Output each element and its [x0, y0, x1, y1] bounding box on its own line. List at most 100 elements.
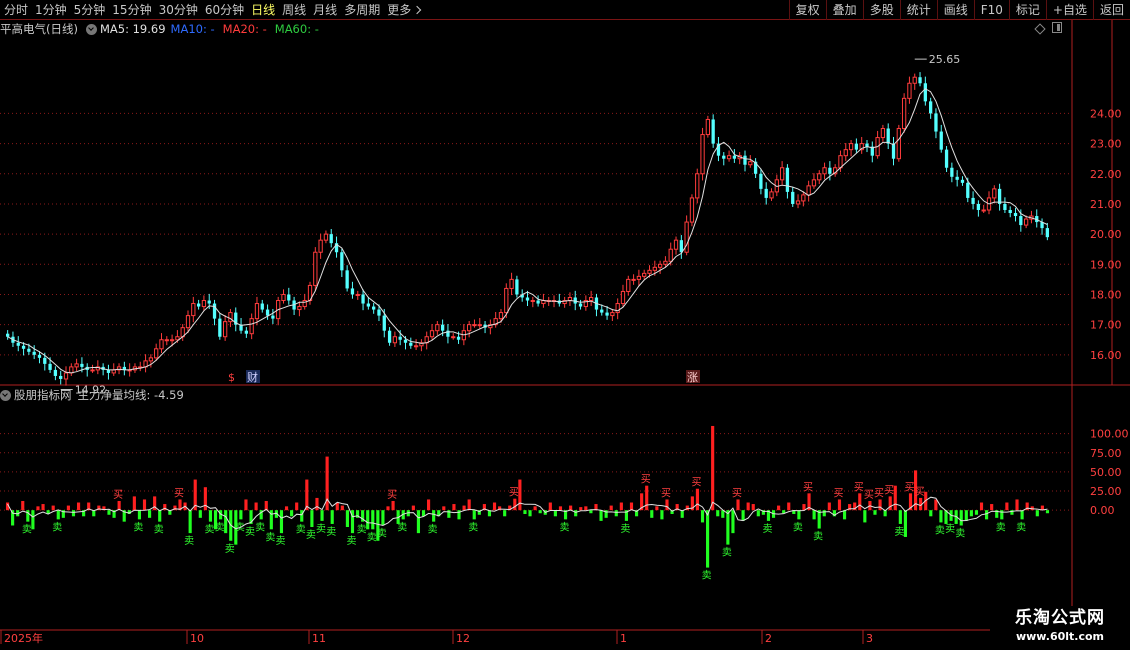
tab-4[interactable]: 30分钟 [159, 0, 198, 20]
candle-body [992, 188, 997, 199]
y-tick-label: 20.00 [1090, 228, 1122, 241]
stock-chart[interactable]: 16.0017.0018.0019.0020.0021.0022.0023.00… [0, 20, 1130, 650]
net-flow-bar [741, 510, 745, 521]
tab-3[interactable]: 15分钟 [112, 0, 151, 20]
net-flow-bar [903, 510, 907, 537]
net-flow-bar [1035, 510, 1039, 517]
x-month-label: 3 [866, 632, 873, 645]
sell-signal-label: 卖 [316, 523, 326, 535]
net-flow-bar [137, 510, 142, 520]
net-flow-bar [31, 510, 35, 530]
net-flow-bar [315, 497, 319, 511]
candle-body [912, 76, 917, 84]
chevron-right-icon [412, 5, 422, 14]
candle-body [828, 167, 832, 174]
candle-body [605, 312, 609, 316]
candle-body [918, 77, 922, 84]
tab-2[interactable]: 5分钟 [74, 0, 106, 20]
x-month-label: 10 [190, 632, 204, 645]
sell-signal-label: 卖 [813, 531, 823, 543]
candle-body [600, 309, 604, 313]
candle-body [164, 339, 169, 342]
candle-body [880, 128, 886, 139]
candle-body [329, 234, 333, 244]
net-flow-bar [797, 510, 801, 520]
net-flow-bar [452, 504, 456, 511]
toolbar-button-2[interactable]: 多股 [862, 0, 900, 20]
net-flow-bar [574, 510, 578, 517]
buy-signal-label: 买 [174, 487, 184, 499]
buy-signal-label: 买 [691, 477, 701, 489]
net-flow-bar [695, 488, 700, 511]
net-flow-bar [619, 502, 623, 511]
sell-signal-label: 卖 [275, 535, 285, 547]
net-flow-bar [842, 510, 847, 520]
candle-body [228, 312, 233, 323]
candle-body [32, 351, 36, 355]
tab-7[interactable]: 周线 [282, 0, 306, 20]
net-flow-bar [528, 510, 532, 517]
candle-body [901, 97, 907, 130]
net-flow-bar [330, 510, 334, 524]
toolbar-button-3[interactable]: 统计 [899, 0, 937, 20]
toolbar-button-5[interactable]: F10 [973, 0, 1009, 20]
buy-signal-label: 买 [803, 481, 813, 493]
net-flow-bar [371, 510, 375, 530]
net-flow-bar [198, 510, 202, 518]
tab-8[interactable]: 月线 [313, 0, 337, 20]
toolbar-button-7[interactable]: +自选 [1045, 0, 1093, 20]
sell-signal-label: 卖 [22, 524, 32, 536]
tab-1[interactable]: 1分钟 [35, 0, 67, 20]
net-flow-bar [898, 510, 902, 524]
candle-body [440, 324, 445, 331]
net-flow-bar [726, 510, 730, 545]
candle-body [382, 315, 386, 331]
candle-body [779, 167, 785, 181]
net-flow-bar [239, 510, 243, 520]
candle-body [769, 191, 774, 199]
candle-body [355, 293, 360, 296]
net-flow-bar [279, 510, 284, 534]
net-flow-bar [203, 487, 207, 511]
toolbar-button-1[interactable]: 叠加 [825, 0, 863, 20]
net-flow-bar [188, 510, 192, 534]
candle-body [456, 336, 461, 340]
tab-6[interactable]: 日线 [251, 0, 275, 20]
buy-signal-label: 买 [864, 489, 874, 501]
low-price-label: 14.92 [75, 384, 107, 397]
net-flow-bar [655, 506, 659, 511]
net-flow-bar [158, 510, 162, 522]
toolbar-button-4[interactable]: 画线 [936, 0, 974, 20]
net-flow-bar [589, 510, 593, 514]
ma5-line [7, 88, 1048, 374]
candle-body [265, 309, 270, 316]
sell-signal-label: 卖 [702, 570, 712, 582]
toolbar-button-0[interactable]: 复权 [788, 0, 826, 20]
candle-body [838, 155, 843, 169]
tab-5[interactable]: 60分钟 [205, 0, 244, 20]
tab-9[interactable]: 多周期 [344, 0, 380, 20]
tab-0[interactable]: 分时 [4, 0, 28, 20]
candle-body [695, 173, 700, 199]
net-flow-bar [533, 506, 537, 511]
net-flow-bar [523, 510, 527, 514]
candle-body [801, 194, 806, 202]
candle-body [254, 303, 260, 320]
net-flow-bar [706, 510, 710, 568]
candle-body [663, 260, 668, 265]
candle-body [201, 300, 207, 308]
candle-body [785, 167, 790, 192]
net-flow-bar [432, 510, 436, 522]
toolbar-button-8[interactable]: 返回 [1092, 0, 1130, 20]
buy-signal-label: 买 [387, 489, 397, 501]
sell-signal-label: 卖 [894, 526, 904, 538]
net-flow-bar [310, 510, 314, 528]
candle-body [80, 363, 84, 367]
net-flow-bar [447, 510, 451, 518]
toolbar-button-6[interactable]: 标记 [1008, 0, 1046, 20]
buy-signal-label: 买 [854, 481, 864, 493]
net-flow-bar [1015, 499, 1019, 511]
candle-body [472, 324, 477, 327]
more-button[interactable]: 更多 [387, 0, 422, 20]
net-flow-bar [492, 502, 497, 511]
